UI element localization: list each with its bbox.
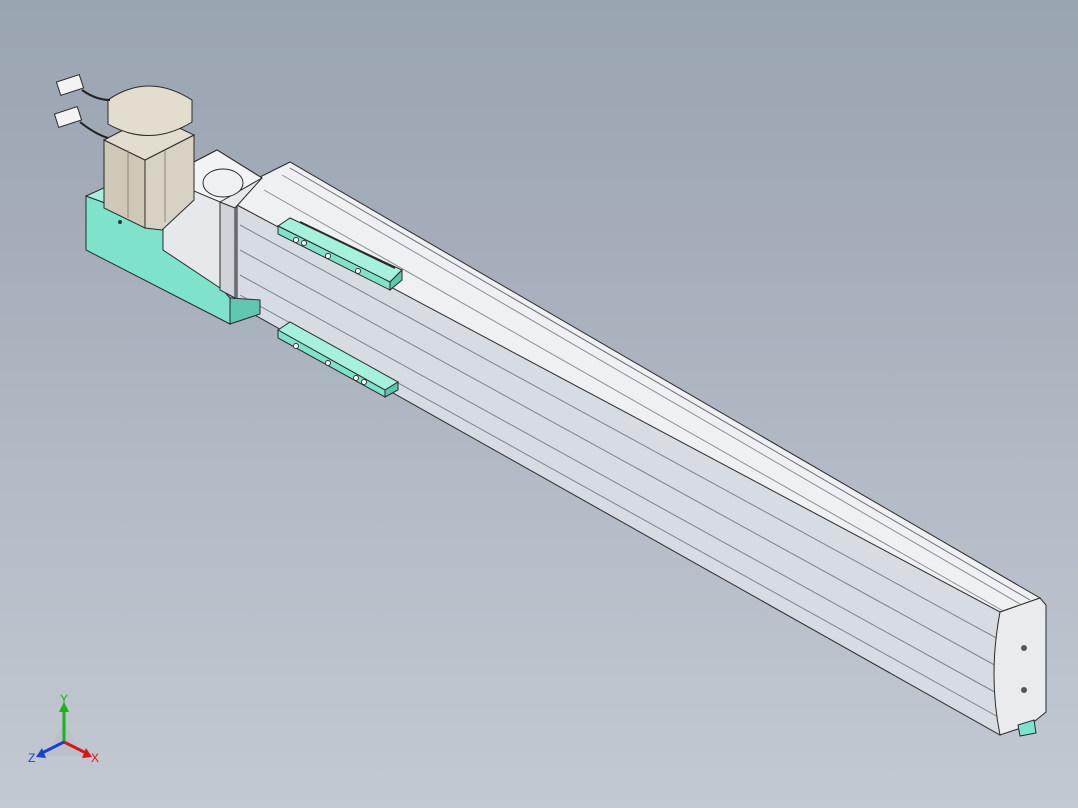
triad-y-label: Y xyxy=(60,694,68,706)
triad-z-label: Z xyxy=(28,751,35,765)
linear-rail-body[interactable] xyxy=(236,161,1042,736)
motor-connector-lower[interactable] xyxy=(53,106,109,139)
motor-connector-upper[interactable] xyxy=(55,74,111,101)
triad-x-label: X xyxy=(91,751,99,765)
graphics-viewport[interactable]: Y X Z xyxy=(0,0,1078,808)
end-cap-hole-lower xyxy=(1021,687,1027,693)
cad-model[interactable] xyxy=(0,0,1078,808)
end-cap-hole-upper xyxy=(1021,645,1027,651)
reference-triad[interactable]: Y X Z xyxy=(26,692,106,774)
end-cap[interactable] xyxy=(993,597,1047,737)
servo-motor[interactable] xyxy=(102,85,196,231)
coupling-flange xyxy=(202,168,244,198)
motor-encoder-cap xyxy=(107,85,193,136)
